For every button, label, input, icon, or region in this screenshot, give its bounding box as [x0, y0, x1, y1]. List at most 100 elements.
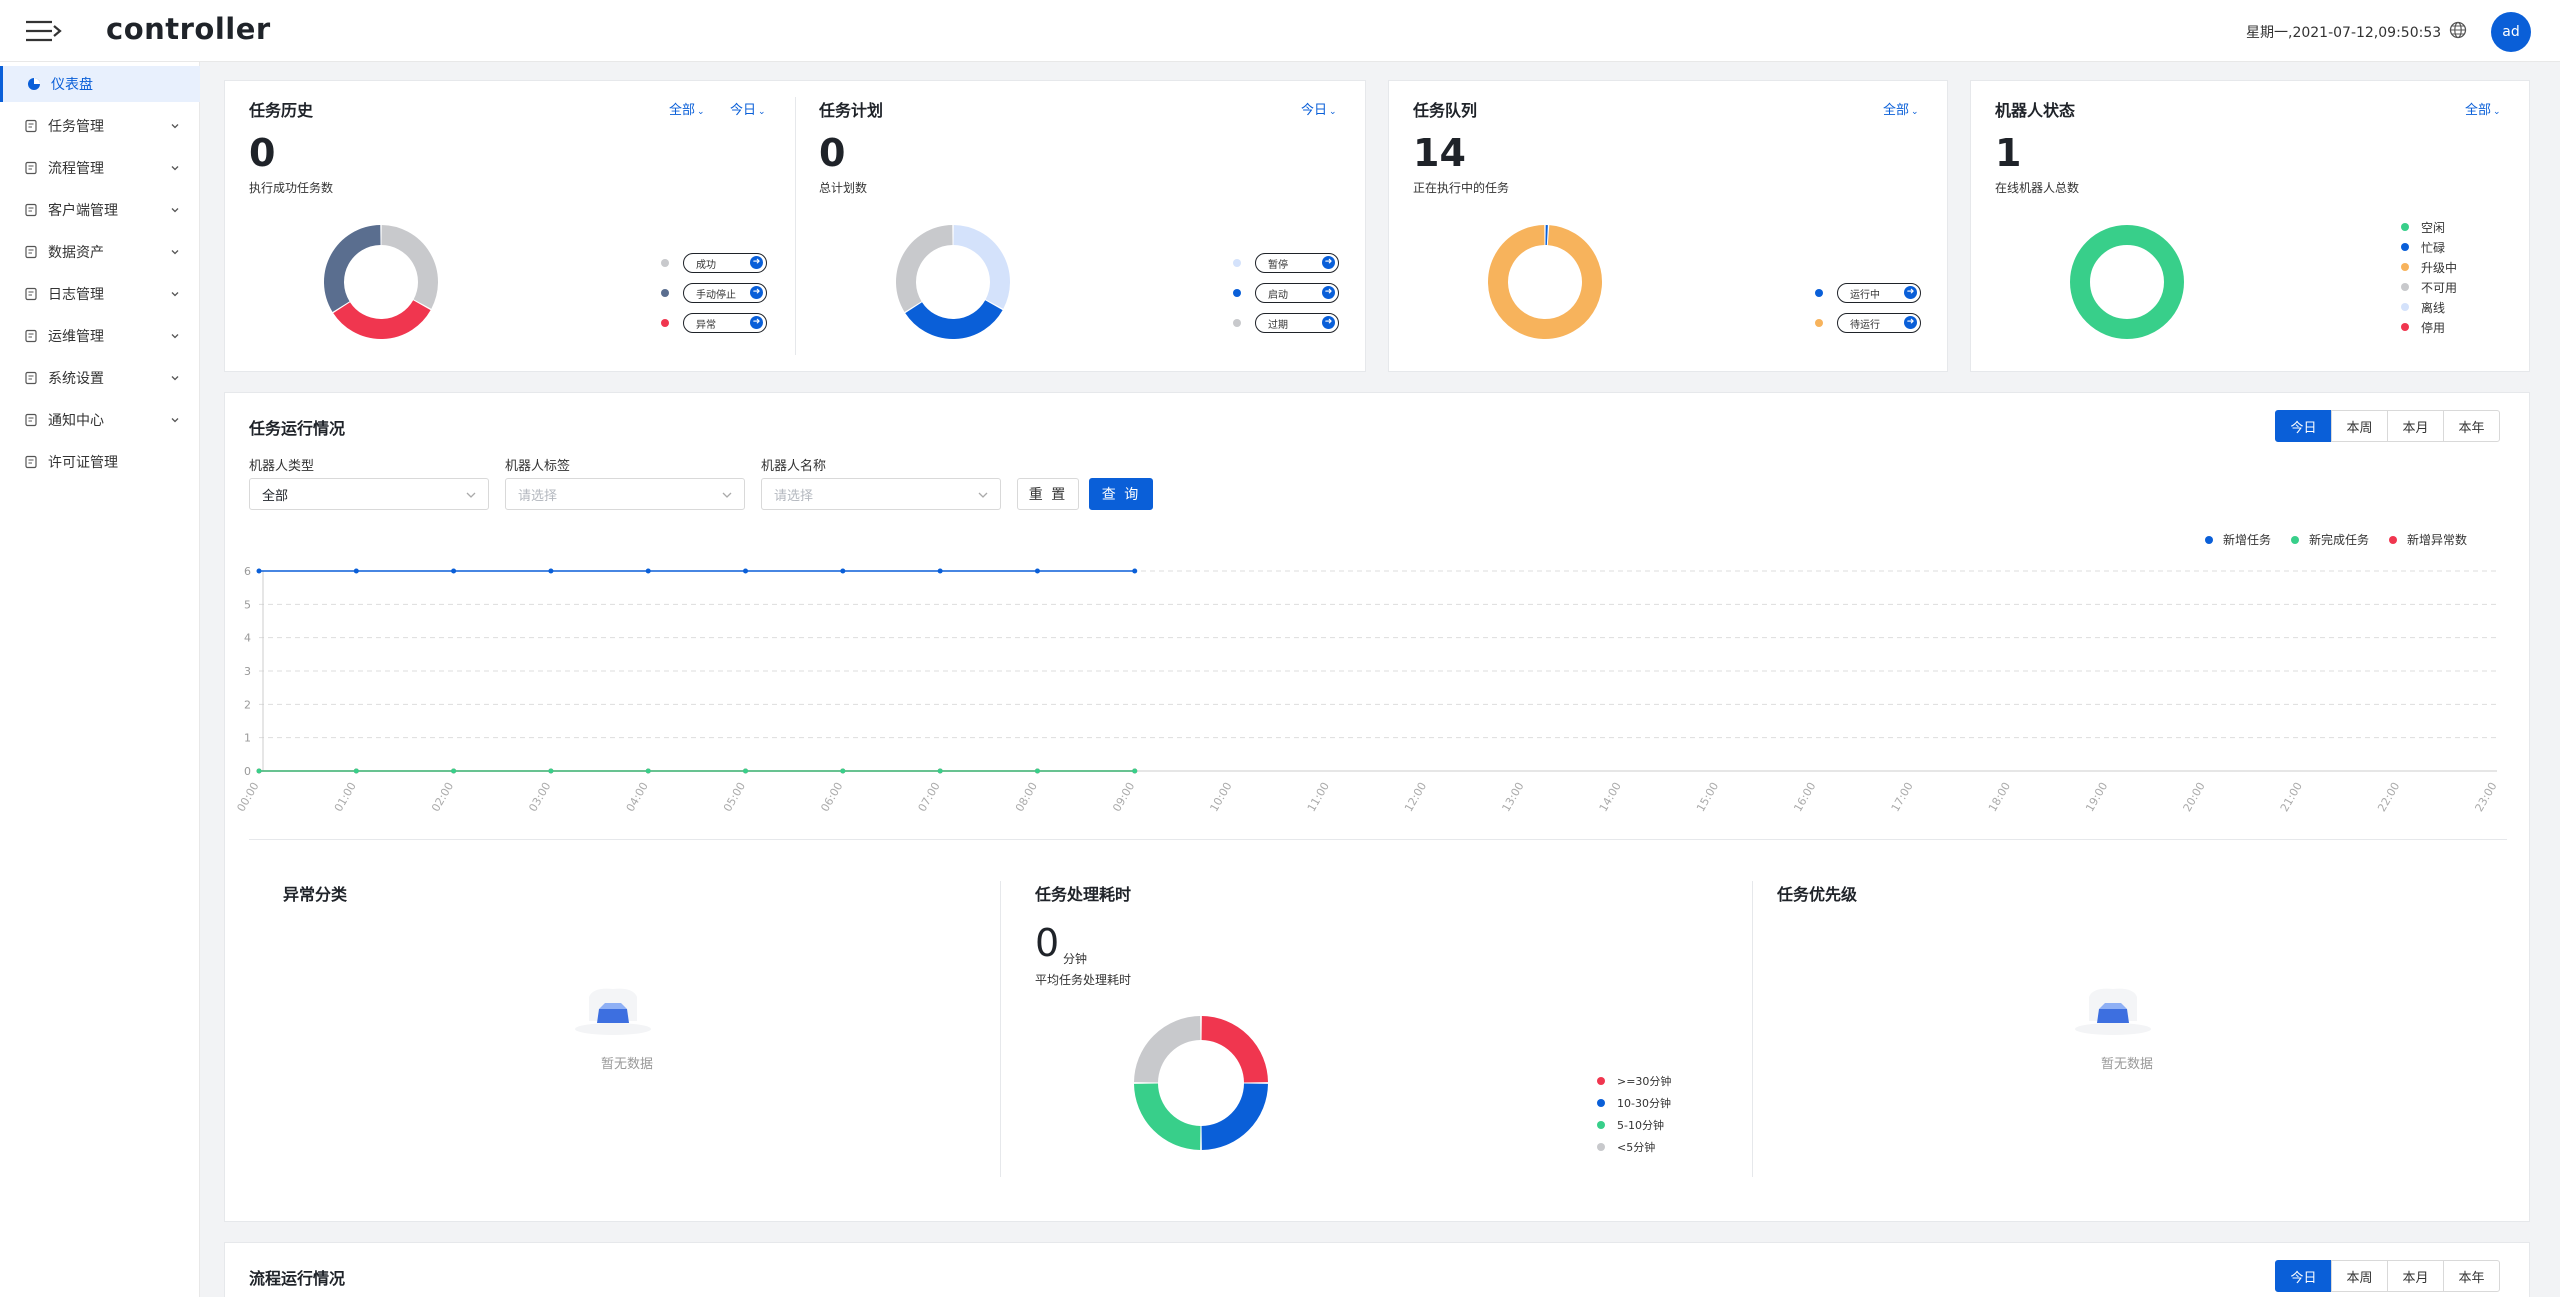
legend-dot	[1597, 1121, 1605, 1129]
robot-status-legend: 空闲 忙碌 升级中 不可用 离线 停用	[2401, 217, 2457, 337]
chevron-down-icon: ⌄	[697, 107, 705, 117]
data-point[interactable]	[645, 768, 651, 774]
legend-link-button[interactable]: 异常 ➜	[683, 313, 767, 333]
data-point[interactable]	[937, 768, 943, 774]
legend-link-button[interactable]: 手动停止 ➜	[683, 283, 767, 303]
query-button[interactable]: 查 询	[1089, 478, 1153, 510]
legend-item: 停用	[2401, 317, 2457, 337]
reset-button[interactable]: 重 置	[1017, 478, 1079, 510]
x-tick-label: 19:00	[2083, 780, 2110, 814]
legend-link-button[interactable]: 待运行 ➜	[1837, 313, 1921, 333]
data-point[interactable]	[353, 768, 359, 774]
chevron-down-icon: ⌄	[2493, 107, 2501, 117]
globe-icon[interactable]	[2449, 21, 2467, 39]
robot-tag-placeholder: 请选择	[518, 488, 558, 504]
legend-dot	[661, 289, 669, 297]
sidebar-item[interactable]: 许可证管理	[0, 444, 200, 480]
period-tab[interactable]: 本年	[2443, 410, 2500, 442]
chevron-down-icon	[466, 492, 476, 498]
data-point[interactable]	[256, 568, 262, 574]
period-tab[interactable]: 今日	[2275, 1260, 2332, 1292]
legend-link-button[interactable]: 暂停 ➜	[1255, 253, 1339, 273]
legend-item: 忙碌	[2401, 237, 2457, 257]
legend-link-button[interactable]: 成功 ➜	[683, 253, 767, 273]
period-tab[interactable]: 本月	[2387, 1260, 2444, 1292]
section-divider	[1000, 881, 1001, 1177]
data-point[interactable]	[256, 768, 262, 774]
data-point[interactable]	[353, 568, 359, 574]
period-tab[interactable]: 今日	[2275, 410, 2332, 442]
user-avatar[interactable]: ad	[2491, 12, 2531, 52]
legend-link-button[interactable]: 启动 ➜	[1255, 283, 1339, 303]
sidebar-item[interactable]: 流程管理	[0, 150, 200, 186]
legend-label: 启动	[1268, 289, 1288, 301]
data-point[interactable]	[1034, 568, 1040, 574]
data-point[interactable]	[451, 568, 457, 574]
donut-segment	[1134, 1016, 1202, 1084]
sidebar-item[interactable]: 客户端管理	[0, 192, 200, 228]
app-logo[interactable]: controller	[106, 12, 271, 46]
robot-status-donut	[2070, 225, 2184, 339]
robot-type-value: 全部	[262, 488, 289, 504]
chevron-down-icon	[171, 124, 179, 129]
flow-run-card: 流程运行情况 今日 本周 本月 本年	[224, 1242, 2530, 1297]
data-point[interactable]	[645, 568, 651, 574]
legend-link-button[interactable]: 过期 ➜	[1255, 313, 1339, 333]
robot-type-label: 机器人类型	[249, 459, 315, 474]
donut-segment	[952, 225, 1010, 309]
data-point[interactable]	[451, 768, 457, 774]
task-history-value: 0	[249, 131, 276, 175]
legend-item: 10-30分钟	[1597, 1092, 1671, 1114]
data-point[interactable]	[840, 568, 846, 574]
legend-dot	[1233, 319, 1241, 327]
task-history-filter-all[interactable]: 全部 ⌄	[669, 99, 705, 118]
period-tab[interactable]: 本年	[2443, 1260, 2500, 1292]
sidebar-item[interactable]: 运维管理	[0, 318, 200, 354]
sidebar-item[interactable]: 通知中心	[0, 402, 200, 438]
legend-link-button[interactable]: 运行中 ➜	[1837, 283, 1921, 303]
task-queue-filter-all[interactable]: 全部 ⌄	[1883, 99, 1919, 118]
legend-label: 暂停	[1268, 259, 1288, 271]
data-point[interactable]	[1034, 768, 1040, 774]
sidebar-item[interactable]: 数据资产	[0, 234, 200, 270]
filter-label: 全部	[2465, 103, 2492, 118]
task-history-filter-today[interactable]: 今日 ⌄	[730, 99, 766, 118]
data-point[interactable]	[743, 768, 749, 774]
robot-type-select[interactable]: 全部	[249, 478, 489, 510]
sidebar-item-label: 运维管理	[48, 329, 104, 345]
menu-toggle-icon[interactable]	[24, 18, 64, 44]
sidebar-item[interactable]: 系统设置	[0, 360, 200, 396]
task-plan-filter-today[interactable]: 今日 ⌄	[1301, 99, 1337, 118]
section-divider	[249, 839, 2507, 840]
x-tick-label: 05:00	[721, 780, 748, 814]
sidebar-item[interactable]: 任务管理	[0, 108, 200, 144]
legend-item: <5分钟	[1597, 1136, 1671, 1158]
chevron-down-icon	[171, 334, 179, 339]
data-point[interactable]	[840, 768, 846, 774]
arrow-right-icon: ➜	[1322, 286, 1335, 299]
dashboard-icon	[28, 78, 40, 90]
x-tick-label: 13:00	[1499, 780, 1526, 814]
x-tick-label: 06:00	[818, 780, 845, 814]
legend-item: 5-10分钟	[1597, 1114, 1671, 1136]
robot-name-select[interactable]: 请选择	[761, 478, 1001, 510]
sidebar-item[interactable]: 日志管理	[0, 276, 200, 312]
period-tab[interactable]: 本月	[2387, 410, 2444, 442]
data-point[interactable]	[743, 568, 749, 574]
robot-status-filter-all[interactable]: 全部 ⌄	[2465, 99, 2501, 118]
data-point[interactable]	[1132, 768, 1138, 774]
sidebar-item-label: 流程管理	[48, 161, 104, 177]
legend-dot	[1233, 289, 1241, 297]
period-tab[interactable]: 本周	[2331, 1260, 2388, 1292]
data-point[interactable]	[937, 568, 943, 574]
task-history-plan-card: 任务历史 全部 ⌄ 今日 ⌄ 0 执行成功任务数 成功 ➜ 手动停止 ➜ 异常 ➜ 任务计划 …	[224, 80, 1366, 372]
data-point[interactable]	[548, 768, 554, 774]
chevron-down-icon	[978, 492, 988, 498]
sidebar-item[interactable]: 仪表盘	[0, 66, 200, 102]
data-point[interactable]	[1132, 568, 1138, 574]
x-tick-label: 23:00	[2472, 780, 2499, 814]
data-point[interactable]	[548, 568, 554, 574]
robot-name-placeholder: 请选择	[774, 488, 814, 504]
robot-tag-select[interactable]: 请选择	[505, 478, 745, 510]
period-tab[interactable]: 本周	[2331, 410, 2388, 442]
